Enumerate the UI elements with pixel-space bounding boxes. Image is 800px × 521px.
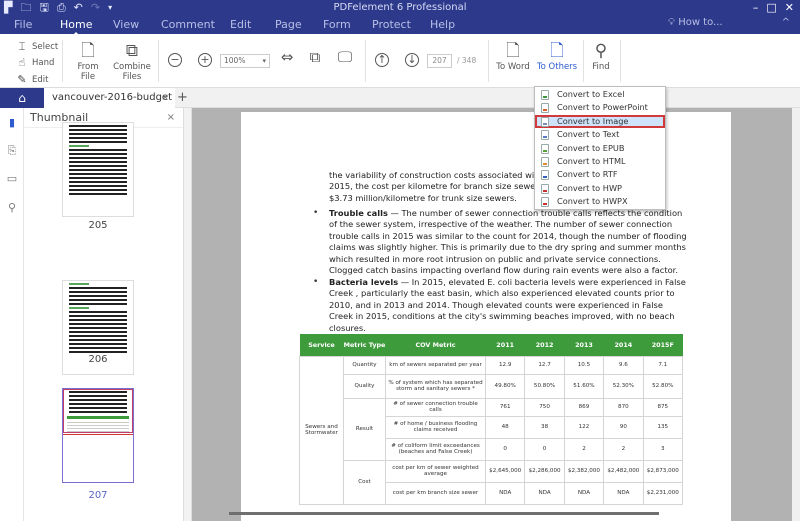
file-icon — [541, 170, 549, 181]
new-file-icon: 🗋 — [81, 41, 95, 61]
dropdown-item-convert-to-excel[interactable]: Convert to Excel — [535, 88, 665, 101]
table-row: Result # of sewer connection trouble cal… — [300, 397, 684, 461]
file-icon — [541, 116, 549, 127]
metrics-table: Service Metric Type COV Metric 2011 2012… — [299, 334, 684, 505]
search-icon: ⚲ — [594, 41, 608, 61]
file-icon — [541, 103, 549, 114]
menu-view[interactable]: View — [113, 18, 139, 31]
dropdown-item-convert-to-powerpoint[interactable]: Convert to PowerPoint — [535, 101, 665, 114]
file-icon — [541, 183, 549, 194]
next-page-button[interactable]: ↓ — [405, 53, 419, 67]
presentation-button[interactable]: 🖵 — [334, 46, 356, 68]
thumbnail-label-205: 205 — [88, 220, 108, 231]
zoom-in-button[interactable]: + — [198, 53, 212, 67]
side-rail: ▮ ⎘ ▭ ⚲ — [0, 108, 24, 521]
file-icon — [541, 143, 549, 154]
dropdown-item-convert-to-image[interactable]: Convert to Image — [535, 114, 665, 129]
menu-page[interactable]: Page — [275, 18, 302, 31]
edit-tool[interactable]: ✎ Edit — [16, 73, 48, 86]
right-panel-toggle[interactable] — [792, 108, 800, 521]
menu-comment[interactable]: Comment — [161, 18, 215, 31]
how-to-button[interactable]: 💡︎ How to... — [668, 17, 723, 28]
panel-splitter[interactable] — [184, 108, 192, 521]
lightbulb-icon: 💡︎ — [668, 17, 675, 28]
menu-protect[interactable]: Protect — [372, 18, 411, 31]
bullet-trouble-calls: Trouble calls — The number of sewer conn… — [329, 208, 687, 276]
home-icon: ⌂ — [18, 91, 26, 105]
fit-width-button[interactable]: ⇔ — [278, 46, 296, 68]
comment-icon[interactable]: ▭ — [5, 172, 19, 185]
dropdown-item-convert-to-rtf[interactable]: Convert to RTF — [535, 168, 665, 181]
document-tab[interactable]: vancouver-2016-budget × — [44, 88, 175, 108]
thumbnail-panel-icon[interactable]: ▮ — [5, 116, 19, 129]
dropdown-item-convert-to-epub[interactable]: Convert to EPUB — [535, 142, 665, 155]
table-row: Sewers and Stormwater Quantity km of sew… — [299, 355, 684, 505]
maximize-button[interactable]: □ — [766, 1, 776, 14]
close-button[interactable]: ✕ — [785, 1, 794, 14]
thumbnail-label-207: 207 — [88, 490, 108, 501]
pages-icon: ⧉ — [309, 48, 321, 66]
fit-page-button[interactable]: ⧉ — [306, 46, 324, 68]
horizontal-scrollbar[interactable] — [229, 512, 659, 515]
add-tab-button[interactable]: + — [177, 88, 188, 107]
file-icon — [541, 197, 549, 208]
to-others-dropdown: Convert to Excel Convert to PowerPoint Con… — [534, 86, 666, 210]
thumbnail-page-205[interactable] — [62, 122, 134, 217]
search-icon[interactable]: ⚲ — [5, 201, 19, 214]
file-icon — [541, 156, 549, 167]
hand-icon: ☝ — [18, 56, 26, 69]
title-bar: ▛ 🗀 🖫 ⎙ ↶ ↷ ▾ PDFelement 6 Professional … — [0, 0, 800, 35]
menu-edit[interactable]: Edit — [230, 18, 251, 31]
thumbnail-panel: Thumbnail × 205 206 207 — [24, 108, 184, 521]
minimize-button[interactable]: – — [753, 1, 759, 14]
word-file-icon: 🗋 — [506, 41, 520, 61]
document-tab-bar: ⌂ vancouver-2016-budget × + — [0, 88, 800, 108]
ribbon: ⌶ Select ☝ Hand ✎ Edit 🗋 From File ⧉ Combine F… — [0, 34, 800, 88]
cursor-icon: ⌶ — [18, 40, 26, 53]
select-tool[interactable]: ⌶ Select — [16, 40, 59, 54]
close-panel-icon[interactable]: × — [167, 108, 175, 128]
zoom-out-button[interactable]: − — [168, 53, 182, 67]
thumbnail-label-206: 206 — [88, 354, 108, 365]
menu-home[interactable]: Home — [60, 18, 92, 35]
home-tab[interactable]: ⌂ — [0, 88, 44, 108]
bullet-bacteria-levels: Bacteria levels — In 2015, elevated E. c… — [329, 277, 686, 333]
export-file-icon: 🗋 — [550, 41, 564, 61]
page-number-input[interactable]: 207 — [427, 54, 452, 68]
menu-form[interactable]: Form — [323, 18, 351, 31]
combine-files-icon: ⧉ — [125, 41, 139, 61]
file-icon — [541, 90, 549, 100]
dropdown-item-convert-to-hwp[interactable]: Convert to HWP — [535, 182, 665, 195]
monitor-icon: 🖵 — [337, 48, 353, 66]
chevron-down-icon: ▾ — [262, 57, 266, 65]
table-row: Cost cost per km of sewer weighted avera… — [300, 459, 684, 505]
menu-help[interactable]: Help — [430, 18, 455, 31]
previous-page-button[interactable]: ↑ — [375, 53, 389, 67]
hand-tool[interactable]: ☝ Hand — [16, 56, 55, 69]
menu-file[interactable]: File — [14, 18, 32, 31]
combine-files-button[interactable]: ⧉ Combine Files — [112, 40, 152, 82]
from-file-button[interactable]: 🗋 From File — [70, 40, 106, 82]
edit-icon: ✎ — [17, 73, 27, 86]
file-icon — [541, 130, 549, 141]
app-title: PDFelement 6 Professional — [333, 2, 467, 13]
table-row: Quality % of system which has separated … — [300, 373, 684, 399]
find-button[interactable]: ⚲ Find — [588, 40, 614, 72]
to-word-button[interactable]: 🗋 To Word — [494, 40, 532, 72]
collapse-ribbon-icon[interactable]: ^ — [782, 17, 790, 28]
dropdown-item-convert-to-html[interactable]: Convert to HTML — [535, 155, 665, 168]
dropdown-item-convert-to-hwpx[interactable]: Convert to HWPX — [535, 195, 665, 208]
to-others-button[interactable]: 🗋 To Others — [534, 40, 580, 72]
zoom-level-select[interactable]: 100% ▾ — [220, 54, 270, 68]
close-tab-icon[interactable]: × — [161, 88, 169, 108]
dropdown-item-convert-to-text[interactable]: Convert to Text — [535, 128, 665, 141]
thumbnail-page-207[interactable] — [62, 388, 134, 483]
fit-width-icon: ⇔ — [280, 48, 294, 66]
document-viewer: the variability of construction costs as… — [192, 108, 800, 521]
page-total: / 348 — [457, 56, 477, 65]
bookmark-icon[interactable]: ⎘ — [5, 144, 19, 158]
